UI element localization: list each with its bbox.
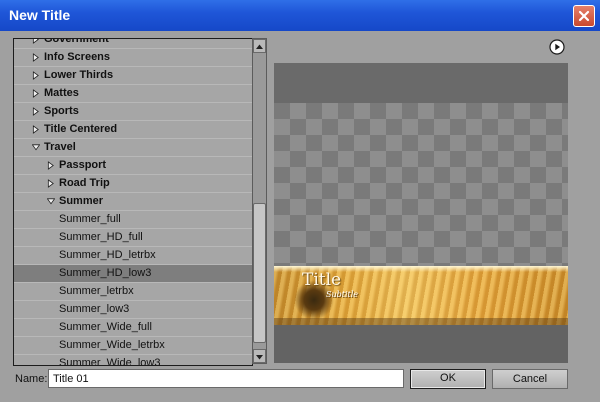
title-preview: Title Subtitle [274, 63, 568, 363]
triangle-right-icon[interactable] [47, 179, 55, 188]
letterbox-bottom [274, 325, 568, 363]
close-button[interactable] [573, 5, 595, 27]
tree-item[interactable]: Lower Thirds [14, 67, 252, 85]
tree-item-label: Summer_full [59, 213, 121, 225]
tree-scrollbar[interactable] [252, 38, 267, 364]
tree-item-label: Travel [44, 141, 76, 153]
tree-item-label: Summer_letrbx [59, 285, 134, 297]
template-tree[interactable]: Government Info Screens Lower Thirds Mattes… [13, 38, 253, 366]
triangle-right-icon[interactable] [32, 53, 40, 62]
preview-title-text: Title [302, 270, 342, 290]
tree-item-label: Title Centered [44, 123, 118, 135]
triangle-right-icon[interactable] [32, 89, 40, 98]
tree-item-label: Summer [59, 195, 104, 207]
tree-item[interactable]: Summer_Wide_letrbx [14, 337, 252, 355]
triangle-down-icon[interactable] [32, 143, 40, 152]
tree-item-label: Summer_HD_letrbx [59, 249, 156, 261]
tree-item-label: Lower Thirds [44, 69, 114, 81]
tree-item[interactable]: Government [14, 38, 252, 49]
tree-item[interactable]: Road Trip [14, 175, 252, 193]
scroll-up-button[interactable] [253, 39, 266, 53]
tree-item-label: Summer_Wide_letrbx [59, 339, 165, 351]
tree-item[interactable]: Summer_Wide_low3 [14, 355, 252, 366]
triangle-right-icon[interactable] [32, 71, 40, 80]
name-input[interactable] [48, 369, 404, 388]
lower-third-graphic: Title Subtitle [274, 266, 568, 326]
tree-item[interactable]: Summer_Wide_full [14, 319, 252, 337]
tree-item[interactable]: Summer_HD_letrbx [14, 247, 252, 265]
preview-subtitle-text: Subtitle [326, 290, 359, 299]
tree-item-label: Passport [59, 159, 107, 171]
play-button[interactable] [549, 39, 565, 55]
triangle-right-icon[interactable] [32, 38, 40, 44]
tree-item-label: Summer_low3 [59, 303, 130, 315]
tree-item[interactable]: Summer [14, 193, 252, 211]
window-title: New Title [9, 7, 71, 23]
triangle-down-icon[interactable] [47, 197, 55, 206]
tree-item[interactable]: Info Screens [14, 49, 252, 67]
tree-item-label: Road Trip [59, 177, 110, 189]
tree-item[interactable]: Summer_letrbx [14, 283, 252, 301]
tree-item-label: Mattes [44, 87, 79, 99]
scroll-up-arrow-icon [256, 44, 263, 49]
tree-item-label: Summer_Wide_full [59, 321, 152, 333]
tree-item[interactable]: Title Centered [14, 121, 252, 139]
scroll-down-button[interactable] [253, 349, 266, 363]
tree-item-label: Summer_Wide_low3 [59, 357, 161, 366]
tree-item[interactable]: Travel [14, 139, 252, 157]
tree-item-label: Summer_HD_full [59, 231, 143, 243]
new-title-dialog: New Title Government Info Screens Lower Th… [0, 0, 600, 402]
tree-item[interactable]: Summer_HD_full [14, 229, 252, 247]
triangle-right-icon[interactable] [32, 125, 40, 134]
tree-item[interactable]: Passport [14, 157, 252, 175]
title-bar[interactable]: New Title [0, 0, 600, 31]
ok-button[interactable]: OK [410, 369, 486, 389]
tree-item[interactable]: Mattes [14, 85, 252, 103]
tree-item-label: Government [44, 38, 109, 45]
tree-item[interactable]: Sports [14, 103, 252, 121]
scroll-down-arrow-icon [256, 355, 263, 360]
tree-item[interactable]: Summer_full [14, 211, 252, 229]
tree-item-label: Sports [44, 105, 79, 117]
triangle-right-icon[interactable] [32, 107, 40, 116]
scroll-thumb[interactable] [253, 203, 266, 343]
tree-item-label: Info Screens [44, 51, 111, 63]
triangle-right-icon[interactable] [47, 161, 55, 170]
tree-item[interactable]: Summer_HD_low3 [14, 265, 252, 283]
name-label: Name: [15, 373, 48, 385]
play-icon [549, 39, 565, 55]
tree-item[interactable]: Summer_low3 [14, 301, 252, 319]
cancel-button[interactable]: Cancel [492, 369, 568, 389]
letterbox-top [274, 63, 568, 103]
close-icon [578, 10, 590, 22]
tree-item-label: Summer_HD_low3 [59, 267, 152, 279]
